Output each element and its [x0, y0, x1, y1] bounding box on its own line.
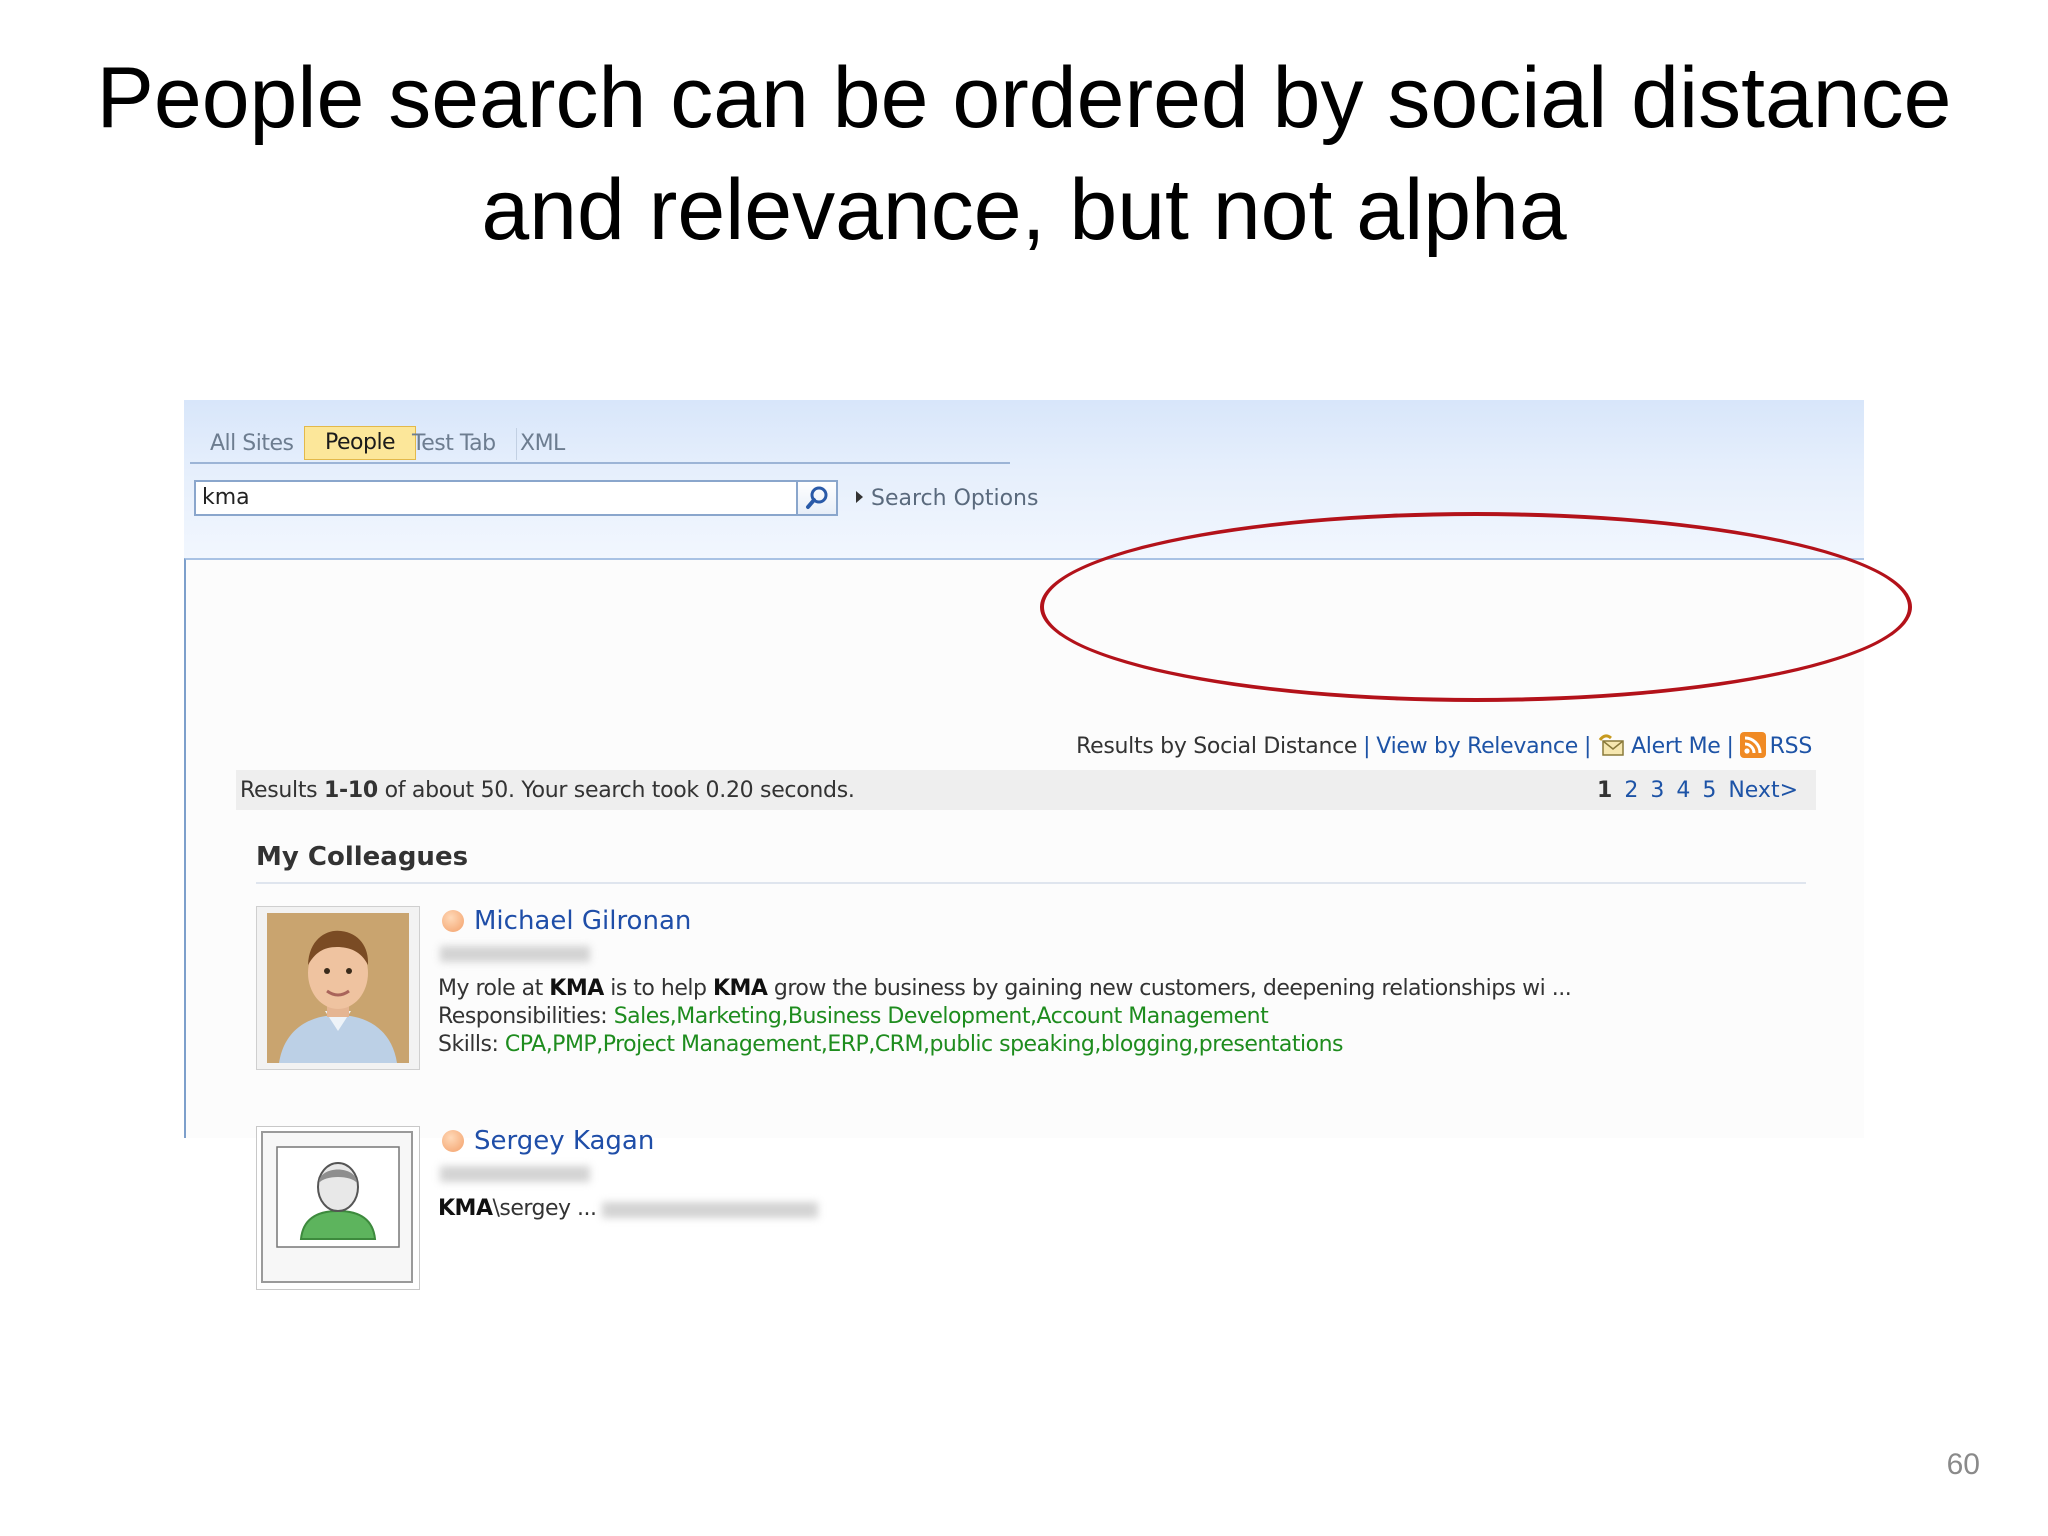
summary-part: is to help	[603, 976, 713, 1001]
search-button[interactable]	[796, 480, 838, 516]
page-2-link[interactable]: 2	[1624, 778, 1638, 803]
person-responsibilities: Responsibilities: Sales,Marketing,Busine…	[438, 1004, 1269, 1029]
skills-label: Skills:	[438, 1032, 505, 1057]
status-prefix: Results	[240, 778, 325, 803]
next-page-link[interactable]: Next>	[1728, 778, 1798, 803]
page-5-link[interactable]: 5	[1702, 778, 1716, 803]
redacted-email	[602, 1202, 818, 1218]
section-heading-my-colleagues: My Colleagues	[256, 842, 469, 872]
slide-title-line-2: and relevance, but not alpha	[481, 162, 1567, 258]
person-skills: Skills: CPA,PMP,Project Management,ERP,C…	[438, 1032, 1344, 1057]
person-account: KMA\sergey ...	[438, 1196, 597, 1221]
search-input-box	[194, 480, 798, 516]
tab-all-sites[interactable]: All Sites	[190, 428, 315, 460]
section-divider	[256, 882, 1806, 884]
link-separator: |	[1363, 734, 1371, 759]
expand-arrow-icon	[856, 491, 863, 503]
rss-icon[interactable]	[1739, 732, 1766, 764]
person-photo-image	[267, 913, 409, 1063]
responsibilities-label: Responsibilities:	[438, 1004, 614, 1029]
alert-me-link[interactable]: Alert Me	[1631, 734, 1721, 759]
account-user: \sergey ...	[492, 1196, 597, 1221]
tab-xml[interactable]: XML	[500, 428, 585, 460]
page-1: 1	[1597, 778, 1613, 803]
result-sort-links: Results by Social Distance | View by Relev…	[1076, 732, 1812, 764]
status-suffix: of about 50. Your search took 0.20 secon…	[377, 778, 855, 803]
status-range: 1-10	[324, 778, 378, 803]
magnifier-icon	[806, 486, 828, 509]
presence-status-icon	[442, 910, 464, 932]
highlight-oval	[1040, 512, 1912, 702]
alert-icon[interactable]	[1597, 732, 1627, 764]
person-photo[interactable]	[256, 906, 420, 1070]
results-summary: Results 1-10 of about 50. Your search to…	[240, 778, 855, 803]
summary-part: My role at	[438, 976, 550, 1001]
view-by-relevance-link[interactable]: View by Relevance	[1376, 734, 1578, 759]
redacted-title	[440, 946, 590, 962]
responsibilities-values[interactable]: Sales,Marketing,Business Development,Acc…	[614, 1004, 1269, 1029]
search-input[interactable]	[196, 482, 768, 512]
redacted-title	[440, 1166, 590, 1182]
search-options-link[interactable]: Search Options	[856, 486, 1038, 511]
person-photo-placeholder[interactable]	[256, 1126, 420, 1290]
slide-title-line-1: People search can be ordered by social d…	[96, 50, 1952, 146]
page-3-link[interactable]: 3	[1650, 778, 1664, 803]
account-domain: KMA	[438, 1196, 493, 1221]
people-search-screenshot: All Sites People Test Tab XML Search Opt…	[184, 400, 1864, 1290]
scope-tabs: All Sites People Test Tab XML	[190, 426, 1010, 464]
summary-highlight: KMA	[549, 976, 604, 1001]
default-avatar-icon	[261, 1131, 413, 1283]
pagination: 1 2 3 4 5 Next>	[1585, 778, 1798, 803]
page-number: 60	[1946, 1448, 1980, 1481]
slide-title: People search can be ordered by social d…	[0, 42, 2048, 266]
summary-highlight: KMA	[712, 976, 768, 1001]
person-result: Sergey Kagan KMA\sergey ...	[256, 1126, 1756, 1296]
skills-values[interactable]: CPA,PMP,Project Management,ERP,CRM,publi…	[505, 1032, 1344, 1057]
person-name-link[interactable]: Michael Gilronan	[474, 906, 691, 936]
page-4-link[interactable]: 4	[1676, 778, 1690, 803]
person-name-link[interactable]: Sergey Kagan	[474, 1126, 654, 1156]
rss-link[interactable]: RSS	[1770, 734, 1813, 759]
link-separator: |	[1583, 734, 1592, 759]
summary-part: grow the business by gaining new custome…	[767, 976, 1572, 1001]
person-summary: My role at KMA is to help KMA grow the b…	[438, 976, 1572, 1001]
link-separator: |	[1726, 734, 1734, 759]
person-result: Michael Gilronan My role at KMA is to he…	[256, 906, 1756, 1076]
tab-test-tab[interactable]: Test Tab	[392, 428, 517, 460]
results-by-social-distance: Results by Social Distance	[1076, 734, 1358, 759]
search-options-label: Search Options	[871, 486, 1039, 511]
presence-status-icon	[442, 1130, 464, 1152]
results-status-bar: Results 1-10 of about 50. Your search to…	[236, 770, 1816, 810]
